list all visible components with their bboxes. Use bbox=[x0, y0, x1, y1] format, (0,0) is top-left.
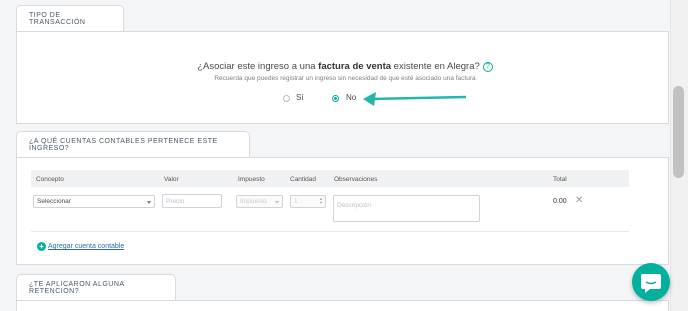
tab-label: ¿A qué cuentas contables pertenece este … bbox=[29, 138, 218, 152]
tab-cuentas-contables: ¿A qué cuentas contables pertenece este … bbox=[16, 131, 250, 158]
add-circle-icon[interactable]: + bbox=[37, 242, 46, 251]
radio-no[interactable] bbox=[332, 95, 339, 102]
chevron-down-icon bbox=[147, 200, 151, 204]
chat-bubble-icon bbox=[641, 274, 661, 293]
tab-retencion: ¿Te aplicaron alguna retención? bbox=[16, 274, 176, 301]
row-divider bbox=[31, 231, 629, 232]
tab-label: Tipo de transacción bbox=[29, 12, 86, 26]
impuesto-select[interactable]: Impuesto bbox=[236, 195, 283, 208]
observaciones-textarea[interactable]: Descripción bbox=[333, 195, 480, 222]
radio-si-label[interactable]: Sí bbox=[296, 93, 304, 102]
col-valor: Valor bbox=[164, 176, 179, 183]
stepper-arrows-icon[interactable]: ▲ ▼ bbox=[319, 197, 323, 206]
table-header bbox=[31, 170, 629, 187]
question-bold-text: factura de venta bbox=[318, 61, 392, 72]
col-impuesto: Impuesto bbox=[238, 176, 265, 183]
close-icon[interactable]: ✕ bbox=[575, 195, 583, 206]
radio-no-label[interactable]: No bbox=[346, 93, 356, 102]
row-total: 0.00 bbox=[553, 198, 567, 205]
help-icon[interactable]: ? bbox=[482, 62, 493, 72]
arrow-annotation bbox=[363, 92, 467, 106]
add-account-link[interactable]: Agregar cuenta contable bbox=[48, 243, 124, 250]
chevron-down-icon bbox=[275, 200, 279, 204]
valor-input[interactable]: Precio bbox=[162, 194, 222, 208]
tab-tipo-transaccion: Tipo de transacción bbox=[16, 5, 124, 32]
col-concepto: Concepto bbox=[36, 176, 64, 183]
cantidad-stepper[interactable]: 1 ▲ ▼ bbox=[290, 195, 326, 208]
radio-si[interactable] bbox=[283, 95, 290, 102]
col-total: Total bbox=[553, 176, 567, 183]
scrollbar-thumb[interactable] bbox=[673, 86, 684, 178]
tab-label: ¿Te aplicaron alguna retención? bbox=[29, 281, 125, 295]
retention-panel bbox=[16, 300, 669, 311]
associate-question: ¿Asociar este ingreso a una factura de v… bbox=[150, 61, 540, 72]
col-observaciones: Observaciones bbox=[334, 176, 378, 183]
col-cantidad: Cantidad bbox=[290, 176, 317, 183]
associate-hint: Recuerda que puedes registrar un ingreso… bbox=[214, 75, 476, 82]
chat-button[interactable] bbox=[632, 263, 670, 301]
concepto-select[interactable]: Seleccionar bbox=[33, 195, 155, 208]
